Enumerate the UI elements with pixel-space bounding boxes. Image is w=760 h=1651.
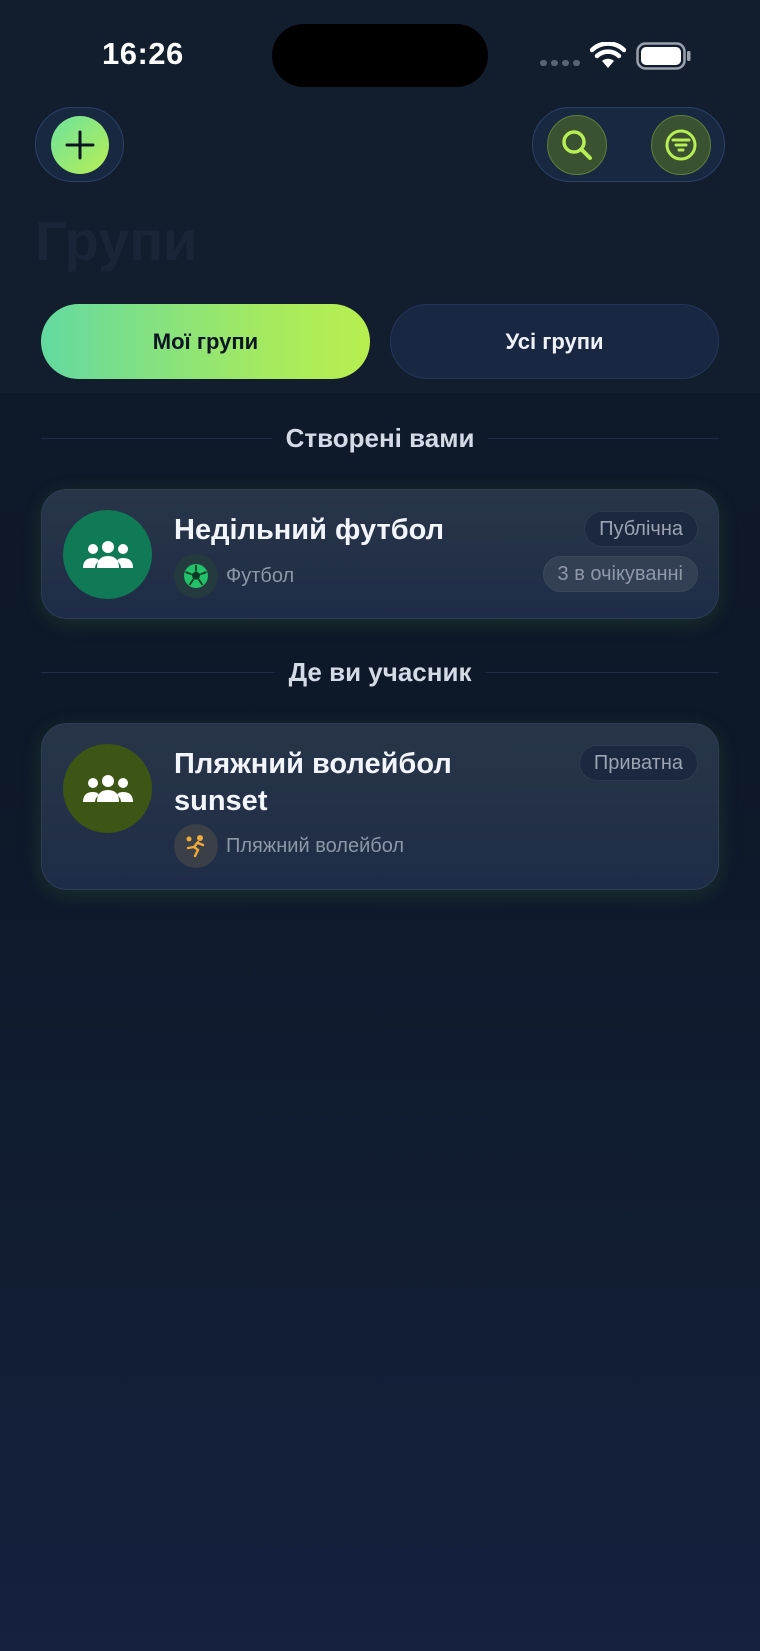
group-sport: Футбол xyxy=(174,554,294,598)
tab-my-groups[interactable]: Мої групи xyxy=(41,304,370,379)
section-header-created: Створені вами xyxy=(41,423,719,453)
search-button[interactable] xyxy=(547,115,607,175)
group-card[interactable]: Недільний футбол Футбол Публічна 3 в очі… xyxy=(41,489,719,619)
search-icon xyxy=(562,130,592,160)
group-name: Пляжний волейбол sunset xyxy=(174,748,452,817)
soccer-ball-icon xyxy=(184,564,208,588)
toolbar-actions xyxy=(532,107,725,182)
sport-label: Футбол xyxy=(226,564,295,587)
section-title: Створені вами xyxy=(285,422,475,453)
group-avatar xyxy=(63,510,152,599)
people-icon xyxy=(82,774,133,802)
add-group-container xyxy=(35,107,124,182)
section-header-member: Де ви учасник xyxy=(41,657,719,687)
groups-screen: 16:26 Групи Мої групи Усі групи Створені… xyxy=(0,0,760,1651)
dynamic-island xyxy=(272,24,488,87)
visibility-badge: Публічна xyxy=(584,511,698,547)
people-icon xyxy=(82,540,133,568)
sport-badge xyxy=(174,554,218,598)
battery-icon xyxy=(636,42,691,70)
tab-all-groups[interactable]: Усі групи xyxy=(390,304,719,379)
group-avatar xyxy=(63,744,152,833)
filter-icon xyxy=(665,129,697,161)
pending-badge: 3 в очікуванні xyxy=(542,556,698,592)
group-card[interactable]: Пляжний волейбол sunset Пляжний волейбол… xyxy=(41,723,719,890)
sport-label: Пляжний волейбол xyxy=(226,834,405,857)
visibility-badge: Приватна xyxy=(578,745,698,781)
filter-button[interactable] xyxy=(651,115,711,175)
group-sport: Пляжний волейбол xyxy=(174,824,404,868)
section-title: Де ви учасник xyxy=(288,656,472,687)
wifi-icon xyxy=(590,42,626,68)
volleyball-player-icon xyxy=(186,835,205,858)
sport-badge xyxy=(174,824,218,868)
status-time: 16:26 xyxy=(102,36,184,71)
add-group-button[interactable] xyxy=(50,115,109,174)
group-name: Недільний футбол xyxy=(174,514,445,546)
page-title: Групи xyxy=(35,209,198,272)
plus-icon xyxy=(65,130,94,159)
cellular-signal-icon xyxy=(540,60,580,66)
